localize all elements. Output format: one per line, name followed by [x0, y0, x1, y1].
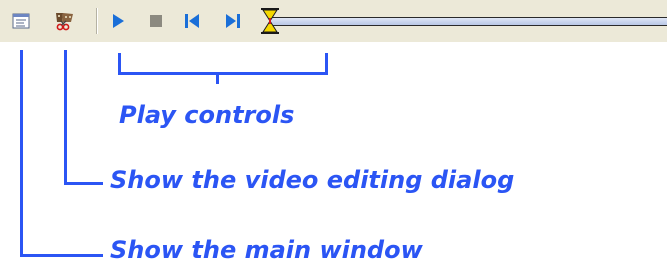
stop-icon [150, 15, 162, 27]
video-editing-label: Show the video editing dialog [110, 166, 515, 194]
main-window-button[interactable] [10, 10, 32, 32]
main-window-label: Show the main window [110, 236, 423, 264]
skip-to-end-button[interactable] [222, 10, 244, 32]
timeline-slider[interactable] [270, 17, 667, 26]
skip-to-end-icon [226, 14, 240, 28]
play-icon [113, 14, 124, 28]
timeline-handle[interactable] [259, 7, 281, 35]
video-editing-icon [56, 13, 73, 31]
skip-to-start-icon [185, 14, 199, 28]
skip-to-start-button[interactable] [181, 10, 203, 32]
play-button[interactable] [107, 10, 129, 32]
stop-button[interactable] [145, 10, 167, 32]
main-window-callout-line [20, 50, 103, 257]
play-controls-bracket-stem [216, 72, 219, 84]
play-controls-label: Play controls [119, 101, 295, 129]
toolbar-separator [96, 8, 98, 34]
video-editing-button[interactable] [54, 10, 76, 32]
main-window-icon [12, 13, 30, 29]
player-toolbar [0, 0, 667, 42]
hourglass-handle-icon [261, 8, 279, 34]
play-controls-bracket [118, 53, 328, 75]
